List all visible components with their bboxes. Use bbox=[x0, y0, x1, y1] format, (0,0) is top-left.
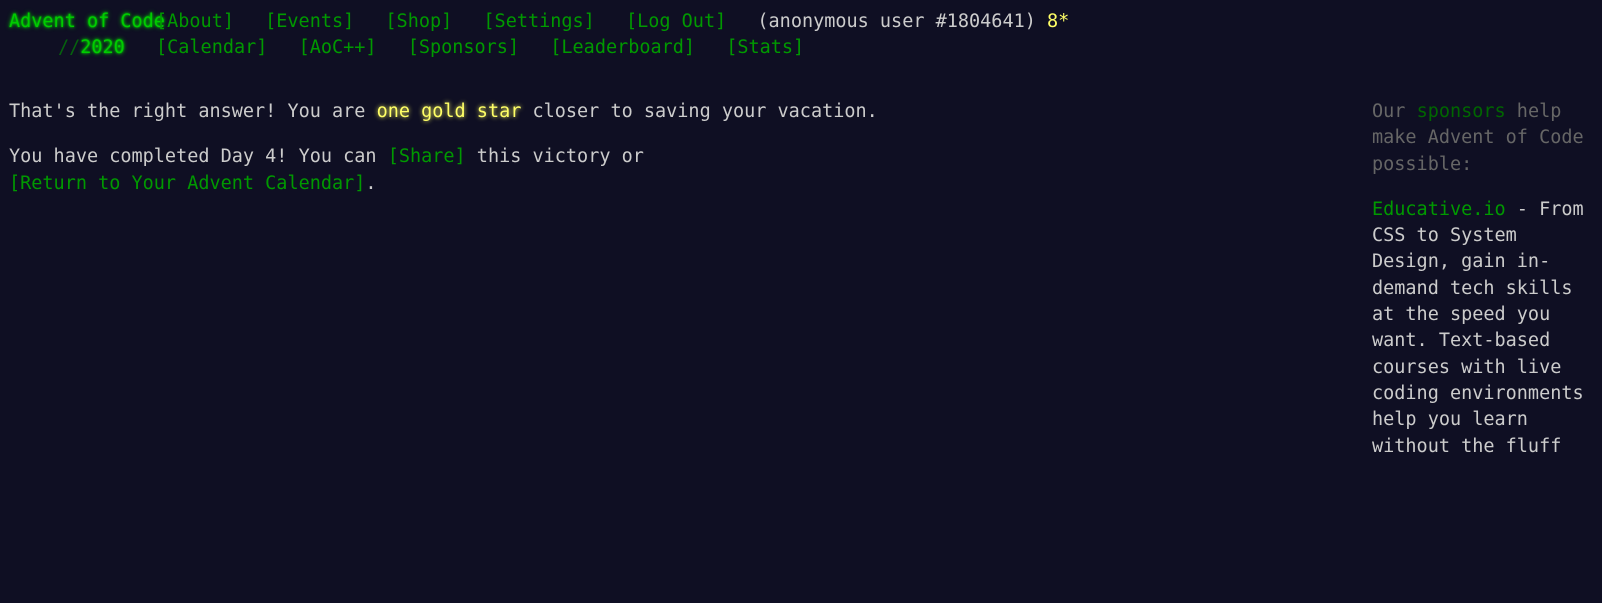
nav-events-link[interactable]: [Events] bbox=[265, 11, 354, 32]
return-to-calendar-link[interactable]: [Return to Your Advent Calendar] bbox=[9, 173, 365, 194]
sponsor-description: - From CSS to System Design, gain in-dem… bbox=[1372, 198, 1584, 457]
site-title-link[interactable]: Advent of Code bbox=[9, 9, 165, 35]
sponsor-sidebar: Our sponsors help make Advent of Code po… bbox=[1372, 99, 1587, 479]
answer-text: That's the right answer! You are bbox=[9, 101, 377, 122]
nav-about-link[interactable]: [About] bbox=[156, 11, 234, 32]
header-row-primary: Advent of Code[About] [Events] [Shop] [Sett… bbox=[9, 9, 1069, 35]
answer-text-end: closer to saving your vacation. bbox=[521, 101, 878, 122]
nav-aocpp-link[interactable]: [AoC++] bbox=[299, 37, 377, 58]
sponsors-link[interactable]: sponsors bbox=[1417, 101, 1506, 122]
nav-settings-link[interactable]: [Settings] bbox=[483, 11, 594, 32]
period: . bbox=[365, 172, 377, 194]
gold-star-text: one gold star bbox=[376, 101, 522, 122]
header-row-secondary: //2020 [Calendar] [AoC++] [Sponsors] [Leader… bbox=[9, 35, 804, 61]
nav-shop-link[interactable]: [Shop] bbox=[385, 11, 452, 32]
sponsor-link[interactable]: Educative.io bbox=[1372, 199, 1506, 220]
victory-text: this victory or bbox=[465, 146, 644, 168]
year-prefix: // bbox=[57, 37, 81, 58]
completion-message: You have completed Day 4! You can [Share… bbox=[9, 144, 889, 197]
share-link[interactable]: [Share] bbox=[388, 146, 466, 167]
star-count: 8* bbox=[1047, 11, 1070, 32]
nav-sponsors-link[interactable]: [Sponsors] bbox=[408, 37, 519, 58]
main-content: That's the right answer! You are one gol… bbox=[9, 99, 889, 216]
nav-logout-link[interactable]: [Log Out] bbox=[626, 11, 726, 32]
sponsor-intro-text: Our bbox=[1372, 101, 1417, 122]
year-link[interactable]: 2020 bbox=[80, 37, 125, 58]
nav-leaderboard-link[interactable]: [Leaderboard] bbox=[550, 37, 695, 58]
nav-calendar-link[interactable]: [Calendar] bbox=[156, 37, 267, 58]
sponsor-intro: Our sponsors help make Advent of Code po… bbox=[1372, 99, 1587, 178]
nav-stats-link[interactable]: [Stats] bbox=[726, 37, 804, 58]
user-name: (anonymous user #1804641) bbox=[757, 11, 1036, 32]
answer-message: That's the right answer! You are one gol… bbox=[9, 99, 889, 125]
completed-text: You have completed Day 4! You can bbox=[9, 146, 388, 168]
sponsor-entry: Educative.io - From CSS to System Design… bbox=[1372, 197, 1587, 460]
event-year: //2020 bbox=[9, 35, 125, 61]
